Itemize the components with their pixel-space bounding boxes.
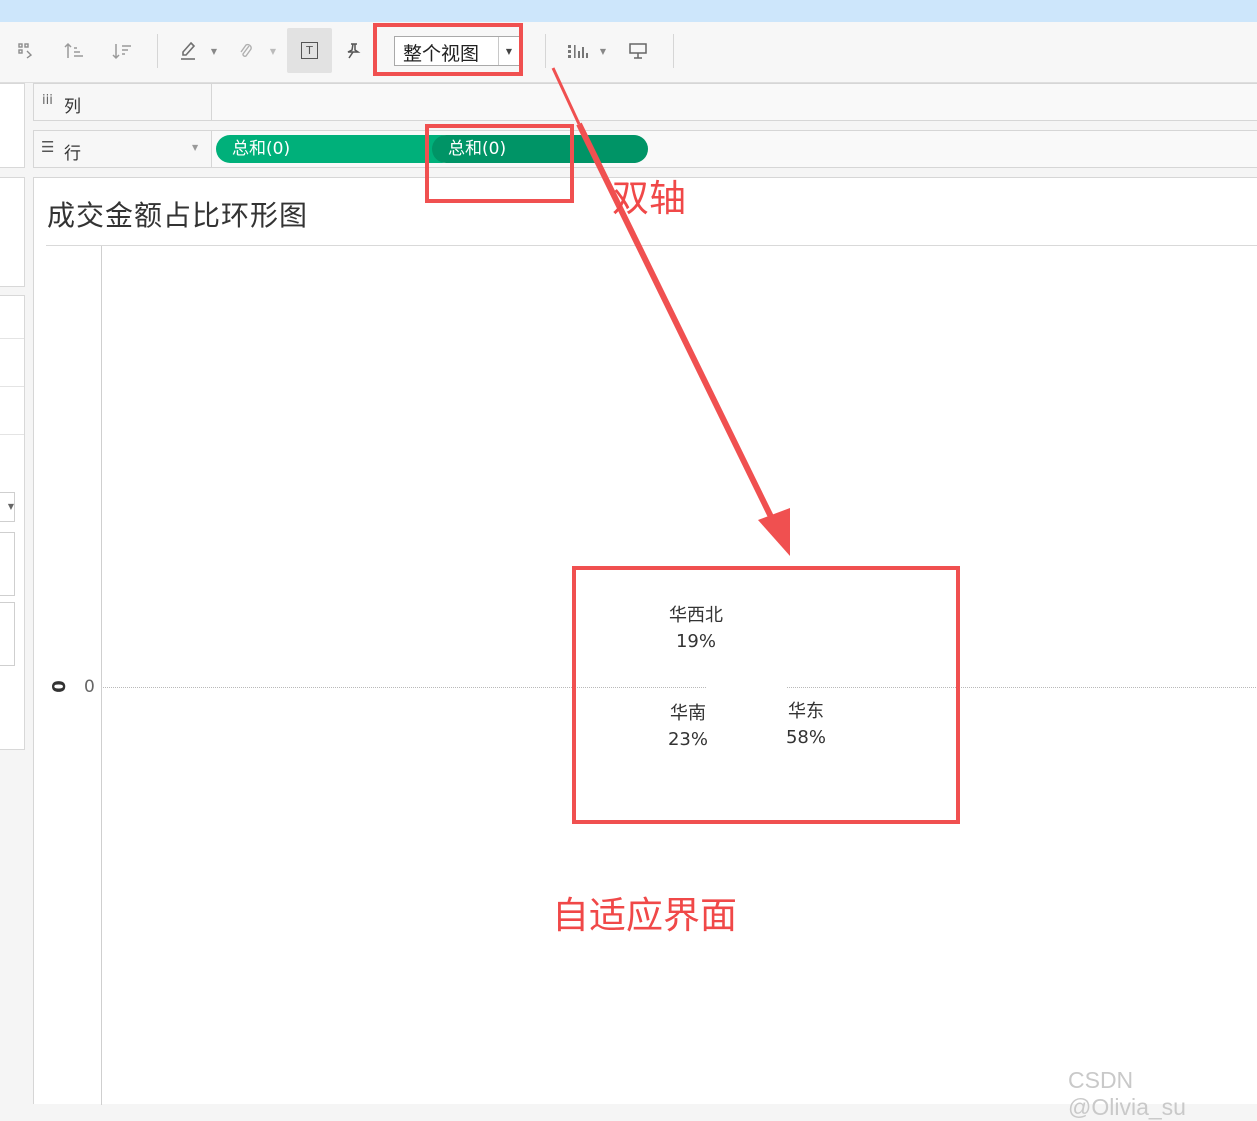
annotation-dual-axis: 双轴 <box>612 177 686 220</box>
annotation-adaptive-view: 自适应界面 <box>552 894 737 937</box>
arrow-head-icon <box>758 508 790 556</box>
watermark: CSDN @Olivia_su <box>1068 1067 1186 1120</box>
